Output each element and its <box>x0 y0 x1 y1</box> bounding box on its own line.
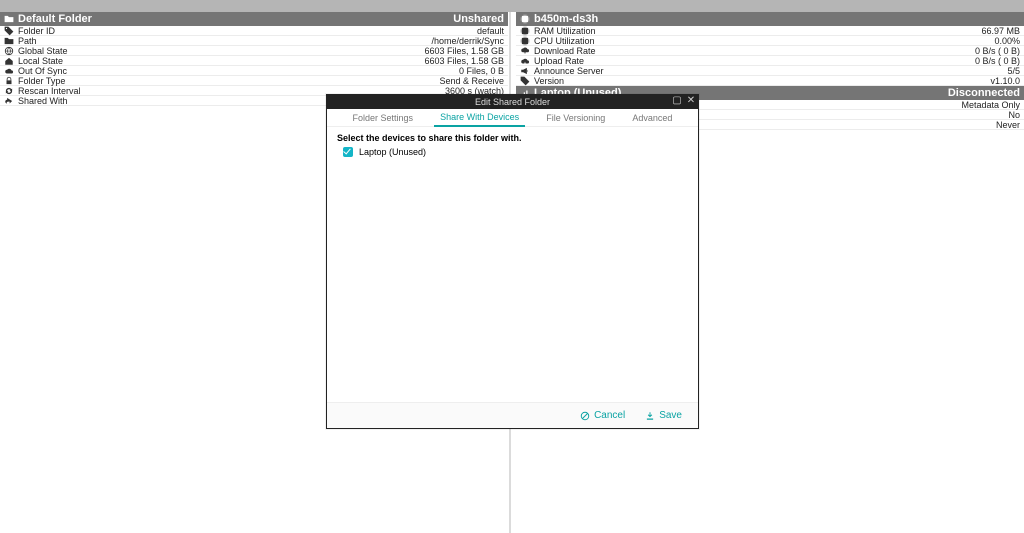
folder-label: Shared With <box>18 96 68 106</box>
cloud-up-icon <box>520 56 530 66</box>
folder-label: Global State <box>18 46 68 56</box>
tab-advanced[interactable]: Advanced <box>626 109 678 126</box>
cancel-icon <box>580 411 590 421</box>
host-row: Announce Server 5/5 <box>516 66 1024 76</box>
save-button[interactable]: Save <box>645 410 682 421</box>
home-icon <box>4 56 14 66</box>
top-gray-bar <box>0 0 1024 12</box>
folder-label: Folder Type <box>18 76 65 86</box>
cloud-down-icon <box>520 46 530 56</box>
folder-label: Folder ID <box>18 26 55 36</box>
cancel-button[interactable]: Cancel <box>580 410 625 421</box>
folder-value: 6603 Files, 1.58 GB <box>424 46 504 56</box>
share-icon <box>4 96 14 106</box>
folder-row: Folder Type Send & Receive <box>0 76 508 86</box>
device-value: Metadata Only <box>961 100 1020 110</box>
folder-row: Path/home/derrik/Sync <box>0 36 508 46</box>
folder-value: default <box>477 26 504 36</box>
device-value: No <box>1008 110 1020 120</box>
dialog-title: Edit Shared Folder <box>475 97 550 107</box>
host-panel-title: b450m-ds3h <box>534 13 598 25</box>
dialog-body: Select the devices to share this folder … <box>327 127 698 163</box>
host-label: Download Rate <box>534 46 596 56</box>
host-value: 0.00% <box>994 36 1020 46</box>
refresh-icon <box>4 86 14 96</box>
folder-label: Out Of Sync <box>18 66 67 76</box>
host-label: Announce Server <box>534 66 604 76</box>
tab-file-versioning[interactable]: File Versioning <box>540 109 611 126</box>
tab-folder-settings[interactable]: Folder Settings <box>347 109 420 126</box>
device-value: Never <box>996 120 1020 130</box>
host-row: Version v1.10.0 <box>516 76 1024 86</box>
host-value: 66.97 MB <box>981 26 1020 36</box>
chip-icon <box>520 14 530 24</box>
dialog-titlebar: Edit Shared Folder ▢ ✕ <box>327 95 698 109</box>
folder-value: 6603 Files, 1.58 GB <box>424 56 504 66</box>
host-row: Upload Rate 0 B/s ( 0 B) <box>516 56 1024 66</box>
share-device-row: Laptop (Unused) <box>343 147 688 157</box>
chip-icon <box>520 26 530 36</box>
bullhorn-icon <box>520 66 530 76</box>
host-row: CPU Utilization 0.00% <box>516 36 1024 46</box>
tag-icon <box>4 26 14 36</box>
device-panel-status: Disconnected <box>948 87 1020 99</box>
cloud-icon <box>4 66 14 76</box>
folder-row: Out Of Sync 0 Files, 0 B <box>0 66 508 76</box>
folder-icon <box>4 14 14 24</box>
host-label: Version <box>534 76 564 86</box>
host-panel-header[interactable]: b450m-ds3h <box>516 12 1024 26</box>
folder-icon <box>4 36 14 46</box>
host-label: Upload Rate <box>534 56 584 66</box>
folder-value: /home/derrik/Sync <box>431 36 504 46</box>
folder-row: Local State 6603 Files, 1.58 GB <box>0 56 508 66</box>
folder-row: Folder ID default <box>0 26 508 36</box>
dialog-tabs: Folder Settings Share With Devices File Ve… <box>327 109 698 127</box>
version-tag-icon <box>520 76 530 86</box>
folder-label: Rescan Interval <box>18 86 81 96</box>
host-value: 0 B/s ( 0 B) <box>975 46 1020 56</box>
folder-panel-status: Unshared <box>453 13 504 25</box>
host-value: 5/5 <box>1007 66 1020 76</box>
left-column: Default Folder Unshared Folder ID default… <box>0 12 508 106</box>
lock-icon <box>4 76 14 86</box>
host-value: 0 B/s ( 0 B) <box>975 56 1020 66</box>
save-label: Save <box>659 410 682 421</box>
tab-share-with-devices[interactable]: Share With Devices <box>434 110 525 127</box>
host-rows: RAM Utilization 66.97 MB CPU Utilization 0.… <box>516 26 1024 86</box>
download-icon <box>645 411 655 421</box>
device-name-label[interactable]: Laptop (Unused) <box>359 147 426 157</box>
dialog-maximize-button[interactable]: ▢ <box>672 96 682 106</box>
host-label: CPU Utilization <box>534 36 595 46</box>
edit-shared-folder-dialog: Edit Shared Folder ▢ ✕ Folder Settings Sh… <box>326 94 699 429</box>
dialog-footer: Cancel Save <box>327 402 698 428</box>
folder-label: Local State <box>18 56 63 66</box>
folder-value: Send & Receive <box>439 76 504 86</box>
host-value: v1.10.0 <box>990 76 1020 86</box>
folder-value: 0 Files, 0 B <box>459 66 504 76</box>
chip-icon <box>520 36 530 46</box>
folder-panel-header[interactable]: Default Folder Unshared <box>0 12 508 26</box>
folder-row: Global State 6603 Files, 1.58 GB <box>0 46 508 56</box>
device-checkbox[interactable] <box>343 147 353 157</box>
device-list: Laptop (Unused) <box>337 147 688 157</box>
folder-label: Path <box>18 36 37 46</box>
host-row: RAM Utilization 66.97 MB <box>516 26 1024 36</box>
dialog-close-button[interactable]: ✕ <box>686 96 696 106</box>
host-label: RAM Utilization <box>534 26 596 36</box>
cancel-label: Cancel <box>594 410 625 421</box>
host-row: Download Rate 0 B/s ( 0 B) <box>516 46 1024 56</box>
globe-icon <box>4 46 14 56</box>
share-prompt: Select the devices to share this folder … <box>337 133 688 143</box>
folder-panel-title: Default Folder <box>18 13 92 25</box>
